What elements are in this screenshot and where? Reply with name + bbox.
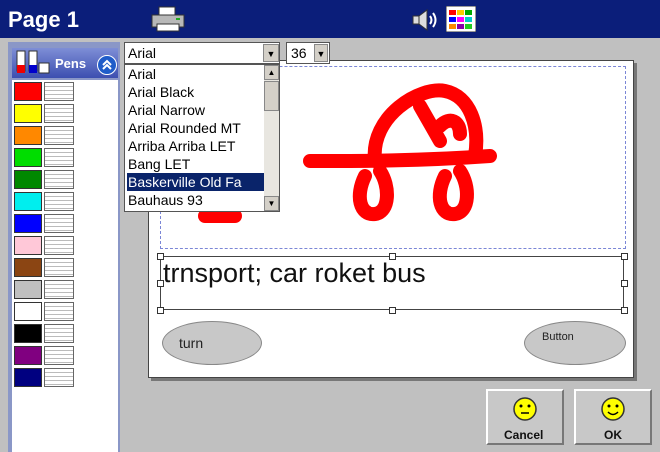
pen-color-swatch[interactable] bbox=[14, 214, 42, 233]
resize-handle[interactable] bbox=[157, 280, 164, 287]
pen-width-icon[interactable] bbox=[44, 126, 74, 145]
scroll-thumb[interactable] bbox=[264, 81, 279, 111]
smiley-icon bbox=[601, 397, 625, 421]
font-option[interactable]: Arial bbox=[127, 65, 266, 83]
pen-color-swatch[interactable] bbox=[14, 280, 42, 299]
color-palette-icon[interactable] bbox=[446, 6, 476, 32]
turn-button-label: turn bbox=[179, 335, 204, 351]
pen-color-swatch[interactable] bbox=[14, 324, 42, 343]
cancel-button-label: Cancel bbox=[504, 428, 544, 442]
title-bar bbox=[0, 0, 660, 38]
pen-color-swatch[interactable] bbox=[14, 82, 42, 101]
pen-item[interactable] bbox=[12, 323, 74, 343]
pen-color-swatch[interactable] bbox=[14, 346, 42, 365]
pen-item[interactable] bbox=[12, 103, 74, 123]
page-title: Page 1 bbox=[8, 7, 79, 32]
pen-color-swatch[interactable] bbox=[14, 192, 42, 211]
pen-width-icon[interactable] bbox=[44, 346, 74, 365]
pens-label: Pens bbox=[55, 56, 87, 71]
font-option[interactable]: Arriba Arriba LET bbox=[127, 137, 266, 155]
font-size-value: 36 bbox=[291, 45, 307, 61]
pen-width-icon[interactable] bbox=[44, 104, 74, 123]
scroll-down-icon[interactable]: ▼ bbox=[264, 196, 279, 211]
pen-width-icon[interactable] bbox=[44, 324, 74, 343]
text-box-content[interactable]: trnsport; car roket bus bbox=[163, 258, 426, 289]
pen-width-icon[interactable] bbox=[44, 368, 74, 387]
pen-item[interactable] bbox=[12, 257, 74, 277]
generic-button-label: Button bbox=[542, 331, 574, 343]
pen-color-swatch[interactable] bbox=[14, 104, 42, 123]
font-option[interactable]: Arial Narrow bbox=[127, 101, 266, 119]
font-option[interactable]: Arial Black bbox=[127, 83, 266, 101]
font-option[interactable]: Arial Rounded MT bbox=[127, 119, 266, 137]
pen-width-icon[interactable] bbox=[44, 192, 74, 211]
font-dropdown-arrow-icon[interactable]: ▼ bbox=[263, 44, 279, 62]
pen-item[interactable] bbox=[12, 367, 74, 387]
pens-list bbox=[12, 80, 118, 452]
pen-color-swatch[interactable] bbox=[14, 170, 42, 189]
resize-handle[interactable] bbox=[389, 307, 396, 314]
pen-item[interactable] bbox=[12, 279, 74, 299]
pens-icon bbox=[16, 50, 50, 74]
pen-color-swatch[interactable] bbox=[14, 236, 42, 255]
font-option-selected[interactable]: Baskerville Old Fa bbox=[127, 173, 266, 191]
font-family-value: Arial bbox=[128, 45, 157, 61]
pen-item[interactable] bbox=[12, 345, 74, 365]
pen-color-swatch[interactable] bbox=[14, 126, 42, 145]
generic-button[interactable] bbox=[524, 321, 626, 365]
pen-item[interactable] bbox=[12, 169, 74, 189]
pen-width-icon[interactable] bbox=[44, 258, 74, 277]
pen-color-swatch[interactable] bbox=[14, 302, 42, 321]
pen-width-icon[interactable] bbox=[44, 170, 74, 189]
pen-color-swatch[interactable] bbox=[14, 258, 42, 277]
speaker-icon[interactable] bbox=[410, 8, 440, 32]
ok-button-label: OK bbox=[604, 428, 622, 442]
turn-button[interactable] bbox=[162, 321, 262, 365]
pen-item[interactable] bbox=[12, 81, 74, 101]
pen-width-icon[interactable] bbox=[44, 82, 74, 101]
font-option[interactable]: Bang LET bbox=[127, 155, 266, 173]
resize-handle[interactable] bbox=[621, 253, 628, 260]
collapse-pens-icon[interactable] bbox=[97, 55, 117, 75]
pen-item[interactable] bbox=[12, 147, 74, 167]
pen-item[interactable] bbox=[12, 213, 74, 233]
font-option[interactable]: Bauhaus 93 bbox=[127, 191, 266, 209]
size-dropdown-arrow-icon[interactable]: ▼ bbox=[314, 44, 328, 62]
scroll-up-icon[interactable]: ▲ bbox=[264, 65, 279, 80]
smiley-icon bbox=[513, 397, 537, 421]
resize-handle[interactable] bbox=[389, 253, 396, 260]
pen-item[interactable] bbox=[12, 191, 74, 211]
pen-item[interactable] bbox=[12, 301, 74, 321]
resize-handle[interactable] bbox=[157, 253, 164, 260]
pen-width-icon[interactable] bbox=[44, 236, 74, 255]
resize-handle[interactable] bbox=[621, 307, 628, 314]
resize-handle[interactable] bbox=[157, 307, 164, 314]
pen-item[interactable] bbox=[12, 125, 74, 145]
pen-color-swatch[interactable] bbox=[14, 368, 42, 387]
pen-item[interactable] bbox=[12, 235, 74, 255]
pen-color-swatch[interactable] bbox=[14, 148, 42, 167]
pen-width-icon[interactable] bbox=[44, 214, 74, 233]
pen-width-icon[interactable] bbox=[44, 302, 74, 321]
resize-handle[interactable] bbox=[621, 280, 628, 287]
pen-width-icon[interactable] bbox=[44, 148, 74, 167]
printer-icon[interactable] bbox=[150, 6, 186, 32]
pen-width-icon[interactable] bbox=[44, 280, 74, 299]
